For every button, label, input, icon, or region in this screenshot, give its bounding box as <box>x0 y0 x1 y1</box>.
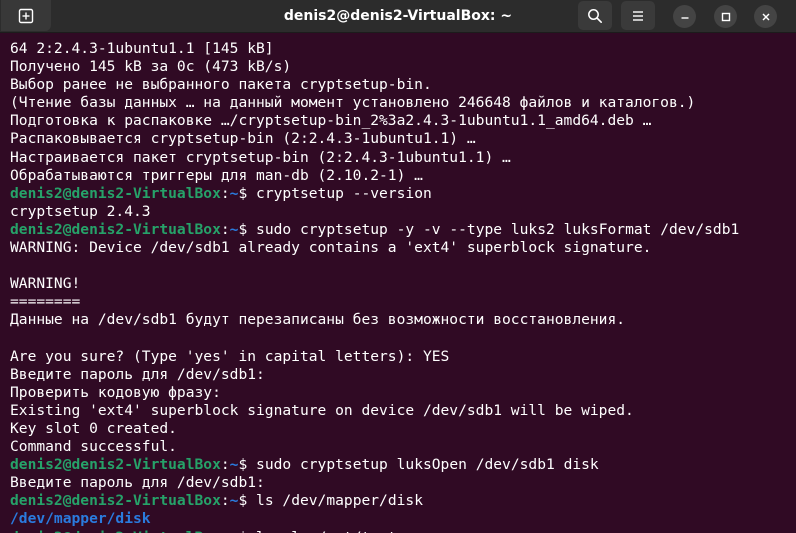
prompt-user-host: denis2@denis2-VirtualBox <box>10 456 221 474</box>
command-line: denis2@denis2-VirtualBox:~$ sudo cryptse… <box>10 456 796 474</box>
prompt-user-host: denis2@denis2-VirtualBox <box>10 492 221 510</box>
maximize-button[interactable] <box>714 5 737 28</box>
prompt-colon: : <box>220 456 230 474</box>
close-button[interactable] <box>754 5 777 28</box>
title-bar: denis2@denis2-VirtualBox: ~ <box>0 0 796 33</box>
output-line: Key slot 0 created. <box>10 419 177 437</box>
prompt-symbol: $ <box>238 529 256 533</box>
prompt-symbol: $ <box>238 456 257 474</box>
command-text: ls -la /mnt/test <box>256 529 397 533</box>
output-line: Распаковывается cryptsetup-bin (2:2.4.3-… <box>10 130 476 148</box>
output-line: 64 2:2.4.3-1ubuntu1.1 [145 kB] <box>10 40 274 57</box>
output-line: WARNING: Device /dev/sdb1 already contai… <box>10 239 652 257</box>
command-line: denis2@denis2-VirtualBox:~$ ls /dev/mapp… <box>10 492 796 510</box>
output-line: Получено 145 kB за 0с (473 kB/s) <box>10 58 292 76</box>
prompt-colon: : <box>221 529 230 533</box>
command-text: ls /dev/mapper/disk <box>256 492 423 510</box>
output-line: Проверить кодовую фразу: <box>10 383 221 401</box>
terminal-window: denis2@denis2-VirtualBox: ~ 64 2:2.4.3-1… <box>0 0 796 533</box>
prompt-colon: : <box>220 220 230 238</box>
command-text: cryptsetup --version <box>256 184 432 202</box>
search-icon <box>588 8 602 23</box>
prompt-symbol: $ <box>238 220 257 238</box>
output-line: Данные на /dev/sdb1 будут перезаписаны б… <box>10 311 626 329</box>
command-line: denis2@denis2-VirtualBox:~$ cryptsetup -… <box>10 185 796 203</box>
output-line: cryptsetup 2.4.3 <box>10 202 151 220</box>
maximize-icon <box>721 12 730 21</box>
prompt-symbol: $ <box>238 492 257 510</box>
prompt-user-host: denis2@denis2-VirtualBox <box>10 184 221 202</box>
output-line: ======== <box>10 293 81 311</box>
prompt-colon: : <box>220 184 230 202</box>
command-line: denis2@denis2-VirtualBox:~$ ls -la /mnt/… <box>10 529 796 533</box>
terminal-output[interactable]: 64 2:2.4.3-1ubuntu1.1 [145 kB] Получено 1… <box>0 33 796 533</box>
hamburger-menu-icon <box>633 10 643 21</box>
directory-output-line: /dev/mapper/disk <box>10 510 796 528</box>
output-line: Existing 'ext4' superblock signature on … <box>10 401 634 419</box>
command-text: sudo cryptsetup luksOpen /dev/sdb1 disk <box>256 456 599 474</box>
menu-button[interactable] <box>621 1 655 30</box>
close-icon <box>762 13 769 20</box>
output-line: Введите пароль для /dev/sdb1: <box>10 474 265 492</box>
output-line: Обрабатываются триггеры для man-db (2.10… <box>10 166 423 184</box>
output-line: Настраивается пакет cryptsetup-bin (2:2.… <box>10 148 511 166</box>
prompt-user-host: denis2@denis2-VirtualBox <box>10 529 221 533</box>
output-line: Command successful. <box>10 438 177 456</box>
output-line: (Чтение базы данных … на данный момент у… <box>10 94 696 112</box>
output-line: Выбор ранее не выбранного пакета cryptse… <box>10 76 432 94</box>
prompt-symbol: $ <box>238 184 257 202</box>
output-line: Are you sure? (Type 'yes' in capital let… <box>10 347 450 365</box>
search-button[interactable] <box>578 1 612 30</box>
directory-name: /dev/mapper/disk <box>10 510 151 528</box>
command-text: sudo cryptsetup -y -v --type luks2 luksF… <box>256 220 740 238</box>
minimize-button[interactable] <box>673 5 696 28</box>
output-line: WARNING! <box>10 275 81 293</box>
output-line: Подготовка к распаковке …/cryptsetup-bin… <box>10 112 652 130</box>
minimize-icon <box>681 16 688 19</box>
prompt-user-host: denis2@denis2-VirtualBox <box>10 220 221 238</box>
prompt-colon: : <box>220 492 230 510</box>
output-line: Введите пароль для /dev/sdb1: <box>10 365 265 383</box>
command-line: denis2@denis2-VirtualBox:~$ sudo cryptse… <box>10 221 796 239</box>
